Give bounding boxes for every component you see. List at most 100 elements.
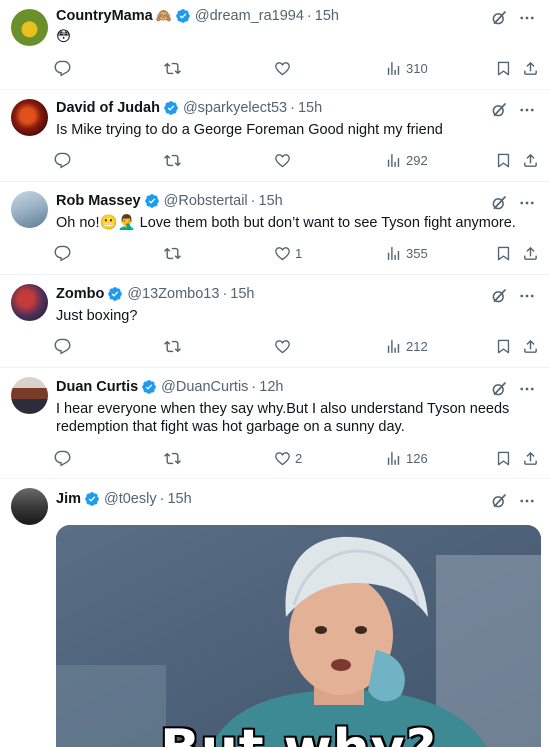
bookmark-button[interactable] bbox=[495, 243, 512, 263]
reply-button[interactable] bbox=[54, 336, 75, 356]
bookmark-icon bbox=[495, 338, 512, 355]
views-button[interactable]: 310 bbox=[385, 58, 428, 78]
tweet[interactable]: Duan Curtis @DuanCurtis · 12h I hear eve… bbox=[0, 368, 550, 479]
tweet-top-actions bbox=[490, 194, 536, 212]
author-handle[interactable]: @t0esly bbox=[104, 491, 157, 507]
like-icon bbox=[274, 60, 291, 77]
share-button[interactable] bbox=[522, 58, 539, 78]
verified-badge-icon bbox=[144, 193, 160, 209]
action-bar: 2 126 bbox=[0, 448, 550, 468]
bookmark-button[interactable] bbox=[495, 150, 512, 170]
author-name[interactable]: Rob Massey bbox=[56, 193, 141, 209]
author-handle[interactable]: @sparkyelect53 bbox=[183, 100, 287, 116]
timestamp[interactable]: 15h bbox=[298, 100, 322, 116]
tweet-media-gif[interactable]: But why? bbox=[56, 525, 541, 747]
avatar[interactable] bbox=[11, 191, 48, 228]
verified-badge-icon bbox=[163, 100, 179, 116]
tweet-text: Oh no!😬🤦‍♂️ Love them both but don’t wan… bbox=[56, 215, 516, 231]
avatar[interactable] bbox=[11, 9, 48, 46]
tweet-header: David of Judah @sparkyelect53 · 15h bbox=[56, 98, 322, 118]
grok-icon[interactable] bbox=[490, 287, 508, 305]
views-button[interactable]: 212 bbox=[385, 336, 428, 356]
bookmark-button[interactable] bbox=[495, 336, 512, 356]
repost-button[interactable] bbox=[164, 336, 185, 356]
timestamp[interactable]: 15h bbox=[315, 8, 339, 24]
views-icon bbox=[385, 152, 402, 169]
reply-button[interactable] bbox=[54, 58, 75, 78]
like-button[interactable]: 2 bbox=[274, 448, 302, 468]
repost-button[interactable] bbox=[164, 58, 185, 78]
share-button[interactable] bbox=[522, 243, 539, 263]
tweet-top-actions bbox=[490, 492, 536, 510]
author-name[interactable]: Zombo bbox=[56, 286, 104, 302]
like-button[interactable] bbox=[274, 336, 295, 356]
author-name[interactable]: Jim bbox=[56, 491, 81, 507]
like-button[interactable]: 1 bbox=[274, 243, 302, 263]
repost-button[interactable] bbox=[164, 243, 185, 263]
avatar[interactable] bbox=[11, 284, 48, 321]
more-icon[interactable] bbox=[518, 380, 536, 398]
verified-badge-icon bbox=[107, 286, 123, 302]
tweet[interactable]: Jim @t0esly · 15h bbox=[0, 479, 550, 747]
timestamp[interactable]: 15h bbox=[167, 491, 191, 507]
reply-button[interactable] bbox=[54, 243, 75, 263]
more-icon[interactable] bbox=[518, 492, 536, 510]
author-handle[interactable]: @dream_ra1994 bbox=[195, 8, 304, 24]
grok-icon[interactable] bbox=[490, 380, 508, 398]
grok-icon[interactable] bbox=[490, 492, 508, 510]
reply-button[interactable] bbox=[54, 448, 75, 468]
tweet-text: 😳 bbox=[56, 29, 72, 45]
tweet[interactable]: David of Judah @sparkyelect53 · 15h Is M… bbox=[0, 90, 550, 182]
grok-icon[interactable] bbox=[490, 194, 508, 212]
author-handle[interactable]: @13Zombo13 bbox=[127, 286, 219, 302]
bookmark-icon bbox=[495, 245, 512, 262]
author-name[interactable]: CountryMama bbox=[56, 8, 153, 24]
views-button[interactable]: 126 bbox=[385, 448, 428, 468]
author-handle[interactable]: @Robstertail bbox=[164, 193, 248, 209]
tweet[interactable]: Rob Massey @Robstertail · 15h Oh no!😬🤦‍♂… bbox=[0, 182, 550, 275]
avatar[interactable] bbox=[11, 488, 48, 525]
more-icon[interactable] bbox=[518, 9, 536, 27]
grok-icon[interactable] bbox=[490, 101, 508, 119]
tweet-header: Rob Massey @Robstertail · 15h bbox=[56, 191, 283, 211]
author-name[interactable]: David of Judah bbox=[56, 100, 160, 116]
like-button[interactable] bbox=[274, 150, 295, 170]
reply-button[interactable] bbox=[54, 150, 75, 170]
tweet-header: Jim @t0esly · 15h bbox=[56, 489, 192, 509]
repost-icon bbox=[164, 338, 181, 355]
reply-icon bbox=[54, 60, 71, 77]
timestamp[interactable]: 15h bbox=[259, 193, 283, 209]
more-icon[interactable] bbox=[518, 287, 536, 305]
share-icon bbox=[522, 60, 539, 77]
avatar[interactable] bbox=[11, 377, 48, 414]
like-icon bbox=[274, 450, 291, 467]
share-button[interactable] bbox=[522, 448, 539, 468]
timestamp[interactable]: 15h bbox=[230, 286, 254, 302]
repost-button[interactable] bbox=[164, 150, 185, 170]
timestamp[interactable]: 12h bbox=[259, 379, 283, 395]
share-button[interactable] bbox=[522, 150, 539, 170]
repost-button[interactable] bbox=[164, 448, 185, 468]
gif-image bbox=[56, 525, 541, 747]
tweet-header: Zombo @13Zombo13 · 15h bbox=[56, 284, 254, 304]
action-bar: 292 bbox=[0, 150, 550, 170]
tweet[interactable]: Zombo @13Zombo13 · 15h Just boxing? 212 bbox=[0, 275, 550, 368]
views-button[interactable]: 355 bbox=[385, 243, 428, 263]
more-icon[interactable] bbox=[518, 194, 536, 212]
tweet-text: Just boxing? bbox=[56, 308, 138, 324]
tweet-text: Is Mike trying to do a George Foreman Go… bbox=[56, 122, 443, 138]
more-icon[interactable] bbox=[518, 101, 536, 119]
tweet[interactable]: CountryMama 🙈 @dream_ra1994 · 15h 😳 310 bbox=[0, 0, 550, 90]
tweet-top-actions bbox=[490, 101, 536, 119]
views-count: 292 bbox=[406, 152, 428, 168]
avatar[interactable] bbox=[11, 99, 48, 136]
author-name[interactable]: Duan Curtis bbox=[56, 379, 138, 395]
bookmark-button[interactable] bbox=[495, 58, 512, 78]
bookmark-button[interactable] bbox=[495, 448, 512, 468]
share-button[interactable] bbox=[522, 336, 539, 356]
like-button[interactable] bbox=[274, 58, 295, 78]
grok-icon[interactable] bbox=[490, 9, 508, 27]
action-bar: 1 355 bbox=[0, 243, 550, 263]
views-button[interactable]: 292 bbox=[385, 150, 428, 170]
author-handle[interactable]: @DuanCurtis bbox=[161, 379, 248, 395]
